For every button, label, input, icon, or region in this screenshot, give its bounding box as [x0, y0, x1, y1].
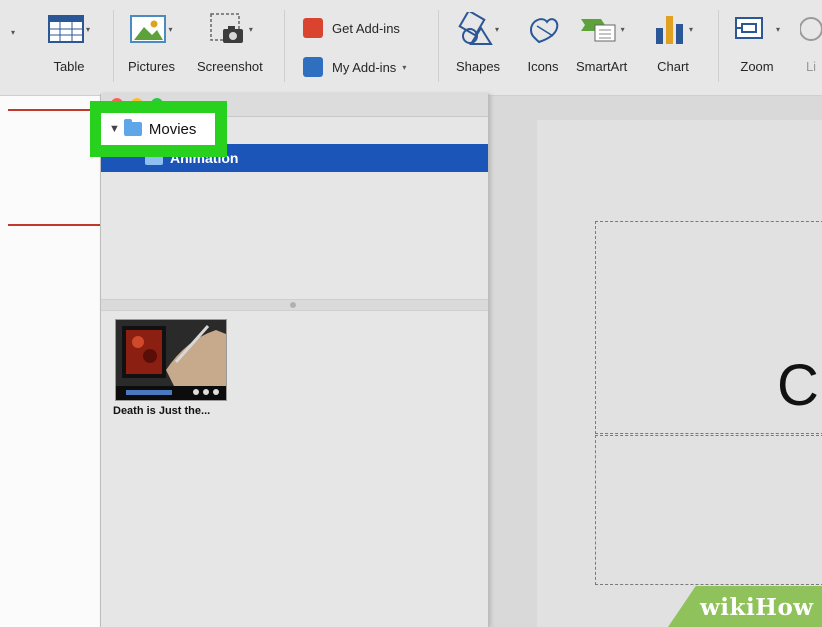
addins-puzzle-icon	[303, 57, 323, 77]
splitter-grip-icon	[290, 302, 296, 308]
pictures-icon: ▾	[128, 8, 174, 50]
smartart-icon: ▾	[579, 8, 625, 50]
get-addins-label: Get Add-ins	[332, 20, 400, 36]
zoom-button[interactable]: ▾ Zoom	[734, 8, 780, 88]
slide-title-text: Cl	[777, 353, 822, 418]
zoom-icon: ▾	[734, 8, 780, 50]
shapes-label: Shapes	[455, 59, 501, 74]
red-guide-line	[8, 224, 102, 226]
movie-thumbnail[interactable]	[115, 319, 227, 401]
pictures-label: Pictures	[128, 59, 175, 74]
chart-label: Chart	[657, 59, 689, 74]
shapes-button[interactable]: ▾ Shapes	[455, 8, 501, 88]
chart-icon: ▾	[650, 8, 696, 50]
overflow-chevron-icon[interactable]: ▾	[11, 28, 15, 37]
shapes-icon: ▾	[455, 8, 501, 50]
disclosure-triangle-icon[interactable]: ▼	[109, 123, 120, 135]
media-browser-panel: Animation Death is Just the...	[100, 94, 489, 627]
table-button[interactable]: ▾ Table	[46, 8, 92, 88]
ribbon-toolbar: ▾ ▾ Table ▾ Pictures ▾ Screenshot Get Ad…	[0, 0, 822, 96]
folder-icon	[123, 119, 142, 136]
ribbon-divider	[113, 10, 114, 82]
icons-label: Icons	[527, 59, 559, 74]
icons-icon	[520, 8, 566, 50]
tree-item-movies[interactable]: ▼ Movies	[101, 113, 215, 145]
my-addins-button[interactable]: My Add-ins ▾	[303, 57, 406, 77]
pictures-button[interactable]: ▾ Pictures	[128, 8, 175, 88]
icons-button[interactable]: Icons	[520, 8, 566, 88]
ribbon-divider	[438, 10, 439, 82]
ribbon-divider	[284, 10, 285, 82]
zoom-label: Zoom	[740, 59, 774, 74]
link-label: Li	[805, 59, 817, 74]
red-guide-line	[8, 109, 102, 111]
table-icon: ▾	[46, 8, 92, 50]
smartart-label: SmartArt	[576, 59, 628, 74]
smartart-button[interactable]: ▾ SmartArt	[576, 8, 627, 88]
get-addins-button[interactable]: Get Add-ins	[303, 18, 400, 38]
chevron-down-icon: ▾	[402, 62, 407, 72]
watermark-logo: wikiHow	[700, 594, 814, 621]
subtitle-placeholder[interactable]	[595, 435, 822, 585]
screenshot-button[interactable]: ▾ Screenshot	[197, 8, 263, 88]
ribbon-divider	[718, 10, 719, 82]
movie-caption: Death is Just the...	[113, 405, 211, 417]
link-button[interactable]: Li	[800, 8, 822, 88]
pane-splitter[interactable]	[101, 299, 488, 311]
chart-button[interactable]: ▾ Chart	[650, 8, 696, 88]
document-margin	[0, 96, 102, 627]
screenshot-label: Screenshot	[197, 59, 263, 74]
my-addins-label: My Add-ins	[332, 59, 397, 75]
store-bag-icon	[303, 18, 323, 38]
table-label: Table	[53, 59, 85, 74]
link-icon	[800, 8, 822, 50]
tree-item-label: Movies	[148, 120, 197, 138]
screenshot-icon: ▾	[207, 8, 253, 50]
